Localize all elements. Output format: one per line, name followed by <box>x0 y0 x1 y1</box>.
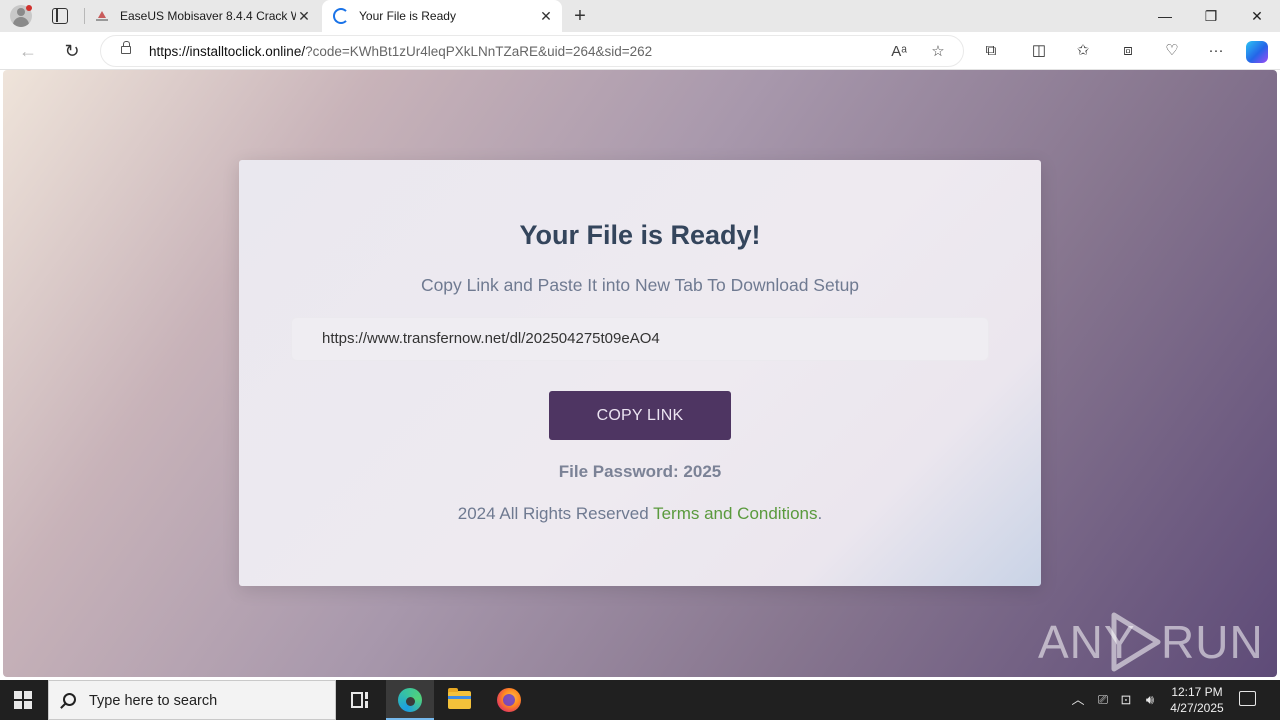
split-screen-icon[interactable]: ◫ <box>1029 41 1049 61</box>
search-icon <box>63 693 76 706</box>
read-aloud-icon[interactable]: Aᵃ <box>889 42 909 62</box>
footer: 2024 All Rights Reserved Terms and Condi… <box>239 504 1041 524</box>
tab-easeus[interactable]: EaseUS Mobisaver 8.4.4 Crack With ✕ <box>88 0 320 32</box>
terms-link[interactable]: Terms and Conditions <box>653 504 817 523</box>
close-window-icon[interactable]: ✕ <box>1234 0 1280 32</box>
clock-date: 4/27/2025 <box>1170 701 1224 715</box>
url-host: https://installtoclick.online/ <box>149 44 306 59</box>
watermark-text-right: RUN <box>1161 616 1264 668</box>
edge-taskbar-icon[interactable] <box>386 680 434 720</box>
taskbar: Type here to search ︿ ⎚ ⊡ 🔊︎ 12:17 PM 4/… <box>0 680 1280 720</box>
task-view-icon[interactable] <box>351 692 369 708</box>
extensions-icon[interactable]: ⧉ <box>981 41 1001 61</box>
url-text[interactable]: https://installtoclick.online/?code=KWhB… <box>149 44 652 59</box>
refresh-icon[interactable]: ↻ <box>62 41 82 61</box>
file-password: File Password: 2025 <box>558 462 722 481</box>
tab-title: EaseUS Mobisaver 8.4.4 Crack With <box>120 9 296 23</box>
firefox-icon[interactable] <box>484 680 532 720</box>
address-bar[interactable]: https://installtoclick.online/?code=KWhB… <box>100 35 964 67</box>
search-placeholder: Type here to search <box>89 693 218 709</box>
tab-separator <box>84 8 85 24</box>
download-link-field[interactable]: https://www.transfernow.net/dl/202504275… <box>291 317 989 361</box>
url-path: ?code=KWhBt1zUr4leqPXkLNnTZaRE&uid=264&s… <box>305 44 653 59</box>
back-arrow-icon[interactable]: ← <box>18 41 38 61</box>
close-tab-icon[interactable]: ✕ <box>538 8 554 24</box>
play-logo-icon <box>1111 612 1161 672</box>
download-card: Your File is Ready! Copy Link and Paste … <box>239 160 1041 586</box>
footer-text: 2024 All Rights Reserved <box>457 504 654 523</box>
browser-toolbar: ← ↻ https://installtoclick.online/?code=… <box>0 32 1280 70</box>
collections-icon[interactable]: ⧈ <box>1118 41 1138 61</box>
page-viewport: Your File is Ready! Copy Link and Paste … <box>3 70 1277 677</box>
favorite-star-icon[interactable]: ☆ <box>928 42 948 62</box>
windows-start-icon[interactable] <box>14 691 32 709</box>
profile-notification-dot <box>26 5 32 11</box>
tab-title: Your File is Ready <box>359 9 456 23</box>
copy-link-button[interactable]: COPY LINK <box>549 391 731 440</box>
tab-actions-icon[interactable] <box>52 8 68 24</box>
file-explorer-icon[interactable] <box>436 680 484 720</box>
restore-icon[interactable]: ❐ <box>1188 0 1234 32</box>
taskbar-search-box[interactable]: Type here to search <box>48 680 336 720</box>
network-icon[interactable]: ⊡ <box>1117 691 1135 709</box>
page-subtitle: Copy Link and Paste It into New Tab To D… <box>420 275 860 295</box>
minimize-icon[interactable]: — <box>1142 0 1188 32</box>
close-tab-icon[interactable]: ✕ <box>296 8 312 24</box>
device-icon[interactable]: ⎚ <box>1094 691 1112 709</box>
tab-strip: EaseUS Mobisaver 8.4.4 Crack With ✕ Your… <box>0 0 1280 32</box>
notification-icon[interactable] <box>1239 691 1256 706</box>
browser-essentials-icon[interactable]: ♡ <box>1162 41 1182 61</box>
copilot-icon[interactable] <box>1246 41 1268 63</box>
new-tab-icon[interactable]: + <box>570 6 590 26</box>
easeus-favicon-icon <box>96 10 108 22</box>
clock-time: 12:17 PM <box>1171 685 1223 699</box>
anyrun-watermark: ANY RUN <box>1036 609 1263 673</box>
more-menu-icon[interactable]: ··· <box>1206 41 1226 61</box>
volume-icon[interactable]: 🔊︎ <box>1141 691 1159 709</box>
footer-period: . <box>817 504 823 523</box>
page-title: Your File is Ready! <box>519 220 761 250</box>
system-clock[interactable]: 12:17 PM 4/27/2025 <box>1160 684 1234 716</box>
chevron-up-icon[interactable]: ︿ <box>1069 691 1087 709</box>
loading-spinner-icon <box>333 8 349 24</box>
tab-your-file-is-ready[interactable]: Your File is Ready ✕ <box>322 0 562 32</box>
lock-icon[interactable] <box>121 41 131 54</box>
favorites-icon[interactable]: ✩ <box>1073 41 1093 61</box>
